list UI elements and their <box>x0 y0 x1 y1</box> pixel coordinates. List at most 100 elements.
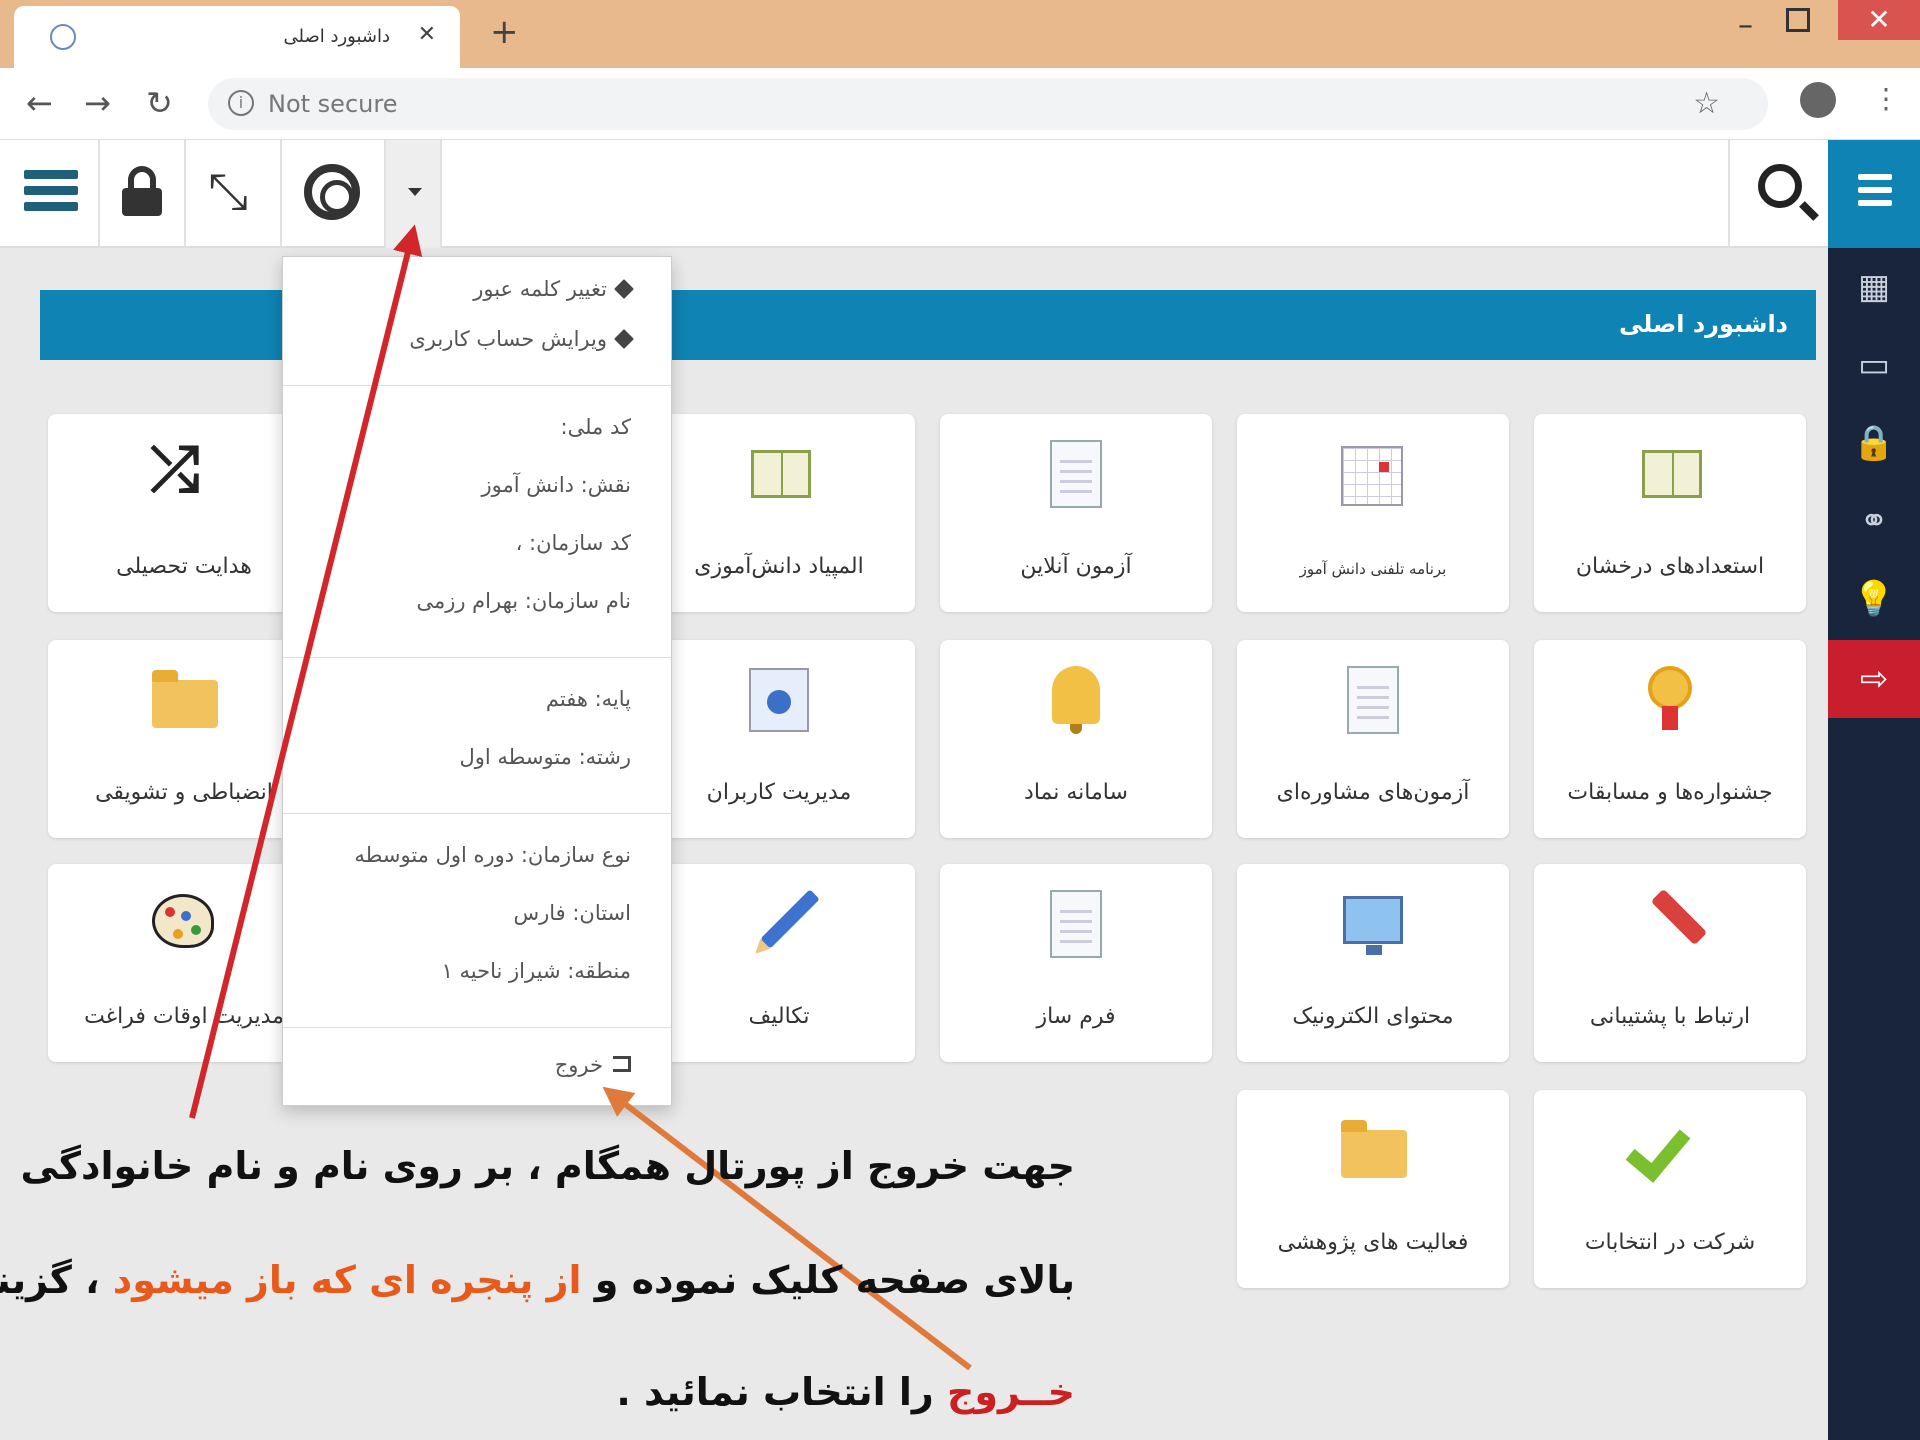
browser-menu-icon[interactable]: ⋮ <box>1872 82 1900 115</box>
tile-elections[interactable]: شرکت در انتخابات <box>1534 1090 1806 1288</box>
tile-counseling-exams[interactable]: آزمون‌های مشاوره‌ای <box>1237 640 1509 838</box>
tile-form-builder[interactable]: فرم ساز <box>940 864 1212 1062</box>
tile-label: برنامه تلفنی دانش آموز <box>1299 560 1447 578</box>
logout-menu-item[interactable]: خروج <box>555 1053 631 1077</box>
calendar-icon <box>1341 446 1403 506</box>
book-icon <box>1642 450 1702 498</box>
pencil-icon <box>614 279 634 299</box>
tile-student-phone-program[interactable]: برنامه تلفنی دانش آموز <box>1237 414 1509 612</box>
list-menu-button[interactable] <box>0 140 100 248</box>
province-info: استان: فارس <box>513 901 631 925</box>
search-button[interactable] <box>1728 140 1828 248</box>
edit-account-item[interactable]: ویرایش حساب کاربری <box>409 327 634 351</box>
presentation-icon <box>1343 896 1403 955</box>
tile-research-activities[interactable]: فعالیت های پژوهشی <box>1237 1090 1509 1288</box>
apps-icon[interactable]: ▦ <box>1828 248 1920 326</box>
tile-label: جشنواره‌ها و مسابقات <box>1567 780 1773 805</box>
user-dropdown-menu: تغییر کلمه عبور ویرایش حساب کاربری کد مل… <box>282 256 672 1106</box>
divider <box>283 813 671 814</box>
orange-arrow <box>602 1086 972 1371</box>
tile-label: آزمون‌های مشاوره‌ای <box>1276 780 1470 805</box>
reload-button[interactable]: ↻ <box>146 84 173 122</box>
tile-label: محتوای الکترونیک <box>1292 1004 1454 1029</box>
checkmark-icon <box>1625 1115 1691 1183</box>
tile-label: انضباطی و تشویقی <box>95 780 273 805</box>
org-type-info: نوع سازمان: دوره اول متوسطه <box>354 843 631 867</box>
org-name-info: نام سازمان: بهرام رزمی <box>416 589 631 613</box>
tile-label: استعدادهای درخشان <box>1575 554 1765 579</box>
menu-item-label: خروج <box>554 1053 603 1077</box>
user-card-icon <box>749 668 809 732</box>
annotation-text: ، گزینه <box>0 1258 100 1302</box>
tile-online-exam[interactable]: آزمون آنلاین <box>940 414 1212 612</box>
annotation-line-3: خــروج را انتخاب نمائید . <box>616 1370 1075 1414</box>
lifebuoy-icon <box>304 164 360 220</box>
tile-electronic-content[interactable]: محتوای الکترونیک <box>1237 864 1509 1062</box>
profile-avatar[interactable] <box>1800 82 1836 118</box>
divider <box>283 1027 671 1028</box>
info-icon[interactable]: i <box>228 90 254 116</box>
fullscreen-button[interactable]: ⤡ <box>186 140 282 248</box>
tile-support-contact[interactable]: ارتباط با پشتیبانی <box>1534 864 1806 1062</box>
hamburger-icon <box>1858 174 1892 213</box>
new-tab-button[interactable]: + <box>490 12 519 52</box>
user-menu-toggle[interactable] <box>386 140 442 248</box>
tile-label: سامانه نماد <box>1024 780 1128 805</box>
tile-label: المپیاد دانش‌آموزی <box>694 554 864 579</box>
tile-student-olympiad[interactable]: المپیاد دانش‌آموزی <box>643 414 915 612</box>
window-minimize-button[interactable]: – <box>1738 8 1753 43</box>
tile-label: شرکت در انتخابات <box>1584 1230 1756 1255</box>
tile-discipline-encouragement[interactable]: انضباطی و تشویقی <box>48 640 320 838</box>
ribbon-icon <box>1650 888 1708 946</box>
tile-namad-system[interactable]: سامانه نماد <box>940 640 1212 838</box>
form-icon <box>1050 890 1102 958</box>
forward-button[interactable]: → <box>84 84 111 122</box>
bulb-icon[interactable]: 💡 <box>1828 560 1920 638</box>
fullscreen-icon: ⤡ <box>208 162 248 220</box>
change-password-item[interactable]: تغییر کلمه عبور <box>473 277 634 301</box>
tile-label: ارتباط با پشتیبانی <box>1589 1004 1751 1029</box>
list-icon <box>24 170 78 216</box>
tab-title: داشبورد اصلی <box>283 26 390 47</box>
tile-label: فرم ساز <box>1036 1004 1116 1029</box>
window-close-button[interactable]: ✕ <box>1838 0 1920 40</box>
shuffle-icon: ⤮ <box>150 432 200 505</box>
help-button[interactable] <box>282 140 386 248</box>
sidebar-toggle-button[interactable] <box>1828 140 1920 248</box>
url-field[interactable]: i Not secure ☆ <box>208 78 1768 130</box>
lock-icon[interactable]: 🔒 <box>1828 404 1920 482</box>
link-icon[interactable]: ⚭ <box>1828 482 1920 560</box>
national-code-info: کد ملی: <box>560 415 631 439</box>
bookmark-star-icon[interactable]: ☆ <box>1693 86 1720 121</box>
bell-icon <box>1052 666 1100 734</box>
tile-user-management[interactable]: مدیریت کاربران <box>643 640 915 838</box>
window-maximize-button[interactable] <box>1786 8 1810 32</box>
tile-academic-guidance[interactable]: ⤮ هدایت تحصیلی <box>48 414 320 612</box>
lock-screen-button[interactable] <box>100 140 186 248</box>
tile-label: آزمون آنلاین <box>1020 554 1132 579</box>
divider <box>283 385 671 386</box>
logout-icon[interactable]: ⇨ <box>1828 640 1920 718</box>
book-icon <box>751 450 811 498</box>
security-label: Not secure <box>268 90 398 118</box>
browser-tab[interactable]: داشبورد اصلی ✕ <box>14 6 460 68</box>
pencil-icon <box>760 889 820 949</box>
document-icon <box>1050 440 1102 508</box>
app-toolbar: ⤡ <box>0 140 1828 248</box>
browser-tab-strip: داشبورد اصلی ✕ + – ✕ <box>0 0 1920 68</box>
tile-leisure-management[interactable]: مدیریت اوقات فراغت <box>48 864 320 1062</box>
monitor-icon[interactable]: ▭ <box>1828 326 1920 404</box>
tile-festivals-competitions[interactable]: جشنواره‌ها و مسابقات <box>1534 640 1806 838</box>
menu-item-label: ویرایش حساب کاربری <box>409 327 607 351</box>
tile-label: هدایت تحصیلی <box>116 554 252 579</box>
annotation-highlight: از پنجره ای که باز میشود <box>112 1258 582 1302</box>
award-icon <box>1648 666 1692 730</box>
back-button[interactable]: ← <box>26 84 53 122</box>
tile-label: تکالیف <box>748 1004 810 1029</box>
org-code-info: کد سازمان: ، <box>515 531 631 555</box>
tab-close-icon[interactable]: ✕ <box>418 22 436 47</box>
search-icon <box>1758 164 1802 208</box>
tile-gifted-talents[interactable]: استعدادهای درخشان <box>1534 414 1806 612</box>
tile-assignments[interactable]: تکالیف <box>643 864 915 1062</box>
browser-address-bar: ← → ↻ i Not secure ☆ ⋮ <box>0 68 1920 140</box>
